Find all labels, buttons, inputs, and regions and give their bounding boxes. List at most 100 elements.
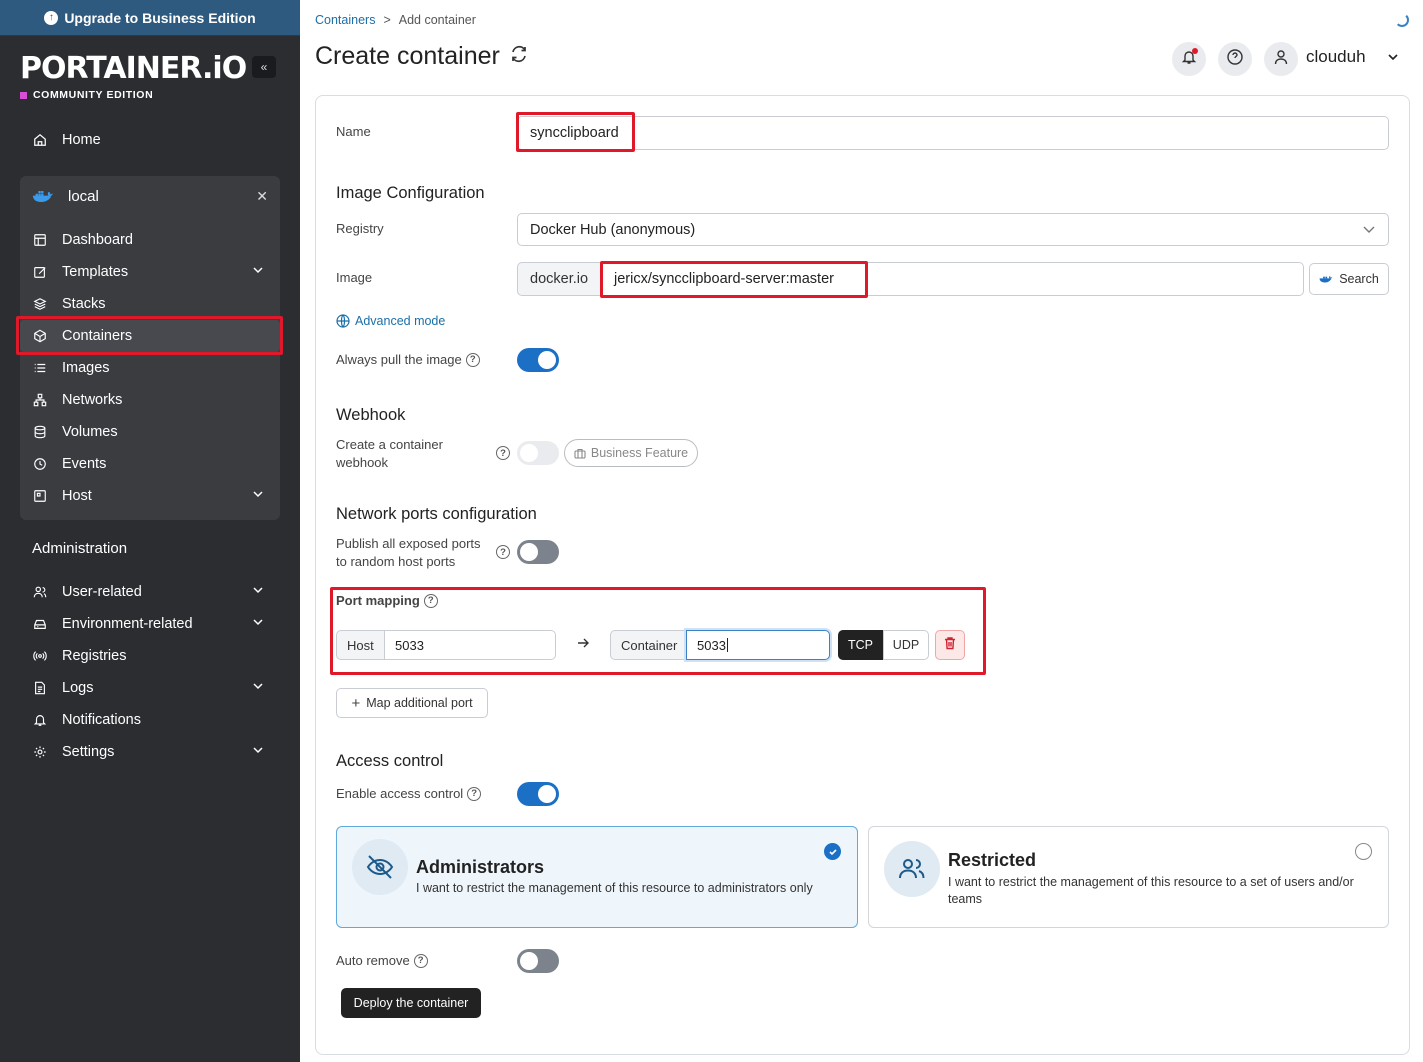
box-icon [32, 328, 48, 344]
environment-name: local [68, 187, 99, 205]
search-image-button[interactable]: Search [1309, 263, 1389, 295]
sidebar-item-user-related[interactable]: User-related [32, 580, 268, 604]
edition-label: COMMUNITY EDITION [33, 89, 154, 101]
publish-ports-toggle[interactable] [517, 540, 559, 564]
help-circle-icon[interactable]: ? [423, 593, 438, 608]
registry-value: Docker Hub (anonymous) [530, 221, 696, 238]
tcp-toggle-button[interactable]: TCP [838, 630, 883, 660]
sidebar: ↑ Upgrade to Business Edition PORTAINER.… [0, 0, 300, 1062]
user-icon [1273, 49, 1289, 70]
host-port-input[interactable]: 5033 [384, 630, 556, 660]
help-circle-icon[interactable]: ? [413, 953, 428, 968]
edition-square-icon [20, 91, 27, 99]
name-label: Name [336, 124, 371, 139]
portainer-logo[interactable]: PORTAINER.iO COMMUNITY EDITION [20, 51, 247, 101]
deploy-container-button[interactable]: Deploy the container [341, 988, 481, 1018]
close-icon[interactable]: ✕ [256, 188, 268, 205]
clock-icon [32, 456, 48, 472]
enable-access-control-label: Enable access control? [336, 786, 482, 801]
container-port-value: 5033 [697, 637, 726, 653]
help-circle-icon[interactable]: ? [465, 352, 480, 367]
arrow-right-icon [576, 636, 590, 655]
radio-icon [32, 648, 48, 664]
network-ports-heading: Network ports configuration [336, 505, 537, 523]
logo-text: PORTAINER.iO [20, 51, 247, 86]
always-pull-text: Always pull the image [336, 352, 462, 367]
notifications-button[interactable] [1172, 42, 1206, 76]
check-circle-icon [824, 843, 841, 860]
business-feature-badge: Business Feature [564, 439, 698, 467]
chevron-down-icon [252, 264, 264, 280]
breadcrumb-separator: > [383, 13, 391, 27]
container-port-addon: Container [610, 630, 687, 660]
sidebar-item-label: Logs [62, 680, 94, 696]
sidebar-item-stacks[interactable]: Stacks [32, 292, 268, 316]
sidebar-item-dashboard[interactable]: Dashboard [32, 228, 268, 252]
breadcrumb-link-containers[interactable]: Containers [315, 13, 375, 27]
udp-toggle-button[interactable]: UDP [883, 630, 929, 660]
container-port-input[interactable]: 5033 [686, 630, 830, 660]
refresh-icon[interactable] [510, 45, 528, 69]
administrators-option[interactable]: Administrators I want to restrict the ma… [336, 826, 858, 928]
username[interactable]: clouduh [1306, 47, 1366, 67]
remove-port-button[interactable] [935, 630, 965, 660]
auto-remove-label: Auto remove? [336, 953, 428, 968]
restricted-title: Restricted [948, 850, 1037, 870]
sidebar-item-settings[interactable]: Settings [32, 740, 268, 764]
access-control-heading: Access control [336, 752, 444, 770]
sidebar-item-volumes[interactable]: Volumes [32, 420, 268, 444]
toggle-knob [520, 444, 538, 462]
chevron-down-icon [252, 680, 264, 696]
sidebar-item-label: Networks [62, 392, 123, 408]
sidebar-item-events[interactable]: Events [32, 452, 268, 476]
upgrade-banner[interactable]: ↑ Upgrade to Business Edition [0, 0, 300, 36]
plus-icon: + [351, 694, 361, 712]
sidebar-item-registries[interactable]: Registries [32, 644, 268, 668]
database-icon [32, 424, 48, 440]
always-pull-toggle[interactable] [517, 348, 559, 372]
sidebar-item-networks[interactable]: Networks [32, 388, 268, 412]
restricted-description: I want to restrict the management of thi… [948, 875, 1354, 906]
home-icon [32, 132, 48, 148]
sidebar-item-label: Volumes [62, 424, 118, 440]
sidebar-item-environment-related[interactable]: Environment-related [32, 612, 268, 636]
map-additional-label: Map additional port [366, 696, 473, 710]
advanced-mode-link[interactable]: Advanced mode [336, 314, 445, 328]
sidebar-item-templates[interactable]: Templates [32, 260, 268, 284]
briefcase-icon [574, 448, 586, 459]
sidebar-item-notifications[interactable]: Notifications [32, 708, 268, 732]
registry-select[interactable]: Docker Hub (anonymous) [517, 213, 1389, 246]
name-input[interactable]: syncclipboard [517, 116, 1389, 150]
sidebar-item-host[interactable]: Host [32, 484, 268, 508]
toggle-knob [520, 952, 538, 970]
trash-icon [943, 636, 957, 655]
chevron-down-icon[interactable] [1386, 50, 1400, 69]
toggle-knob [520, 543, 538, 561]
webhook-toggle [517, 441, 559, 465]
collapse-sidebar-button[interactable]: « [252, 56, 276, 78]
sidebar-item-label: Templates [62, 264, 129, 280]
always-pull-label: Always pull the image? [336, 352, 480, 367]
map-additional-port-button[interactable]: + Map additional port [336, 688, 488, 718]
sidebar-item-images[interactable]: Images [32, 356, 268, 380]
layers-icon [32, 296, 48, 312]
globe-icon [336, 314, 350, 328]
access-control-toggle[interactable] [517, 782, 559, 806]
help-circle-icon[interactable]: ? [467, 786, 482, 801]
auto-remove-toggle[interactable] [517, 949, 559, 973]
docker-whale-icon [1319, 274, 1333, 284]
environment-header[interactable]: local ✕ [32, 184, 272, 208]
chevron-down-icon [252, 488, 264, 504]
help-circle-icon[interactable]: ? [496, 446, 510, 460]
chevron-down-icon [252, 744, 264, 760]
help-circle-icon[interactable]: ? [496, 545, 510, 559]
image-input[interactable]: jericx/syncclipboard-server:master [601, 262, 1304, 296]
eye-off-icon [352, 839, 408, 895]
sidebar-item-logs[interactable]: Logs [32, 676, 268, 700]
sidebar-item-containers[interactable]: Containers [32, 324, 268, 348]
help-button[interactable] [1218, 42, 1252, 76]
sidebar-item-home[interactable]: Home [32, 128, 268, 152]
hard-drive-icon [32, 616, 48, 632]
user-avatar[interactable] [1264, 42, 1298, 76]
restricted-option[interactable]: Restricted I want to restrict the manage… [868, 826, 1389, 928]
